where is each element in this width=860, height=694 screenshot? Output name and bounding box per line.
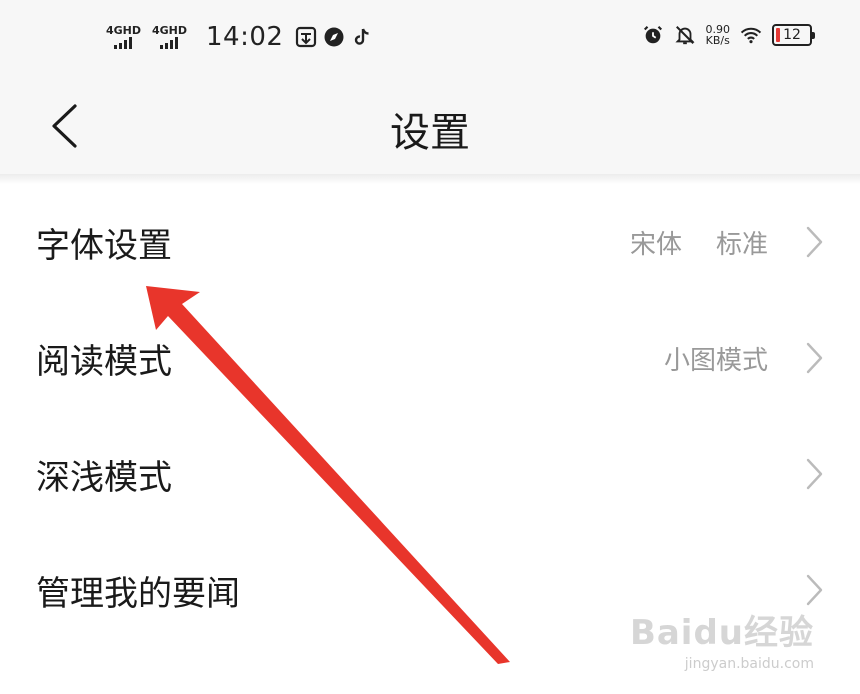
battery-level: 12: [783, 27, 801, 43]
chevron-right-icon: [804, 341, 824, 375]
status-bar: 4GHD 4GHD 14:02 0.90 KB/s 12: [0, 0, 860, 78]
font-family-value: 宋体: [629, 229, 682, 260]
settings-item-label: 管理我的要闻: [36, 573, 240, 614]
settings-item-right: [804, 457, 824, 491]
network-indicator-2: 4GHD: [152, 25, 192, 49]
wifi-icon: [740, 24, 762, 46]
chevron-right-icon: [804, 225, 824, 259]
app-notification-icon: [295, 26, 317, 48]
battery-indicator: 12: [772, 24, 815, 46]
page-title: 设置: [390, 110, 470, 156]
settings-item-right: 宋体 标准: [630, 224, 824, 261]
network-indicator-1: 4GHD: [106, 25, 146, 49]
header-divider: [0, 174, 860, 184]
status-right: 0.90 KB/s 12: [642, 24, 815, 46]
mute-bell-icon: [674, 24, 696, 46]
watermark-logo: Baidu经验: [629, 613, 814, 653]
settings-item-dark-mode[interactable]: 深浅模式: [0, 416, 860, 532]
status-left: 4GHD 4GHD 14:02: [106, 22, 373, 52]
settings-item-font[interactable]: 字体设置 宋体 标准: [0, 184, 860, 300]
settings-item-label: 字体设置: [36, 225, 172, 266]
reading-mode-value: 小图模式: [663, 345, 768, 376]
network-label-1: 4GHD: [106, 24, 142, 37]
chevron-right-icon: [804, 457, 824, 491]
network-label-2: 4GHD: [152, 24, 188, 37]
settings-item-label: 阅读模式: [36, 341, 172, 382]
signal-bars-icon: [114, 37, 132, 49]
settings-item-reading-mode[interactable]: 阅读模式 小图模式: [0, 300, 860, 416]
settings-list: 字体设置 宋体 标准 阅读模式 小图模式 深浅模式 管理我的要闻: [0, 184, 860, 648]
settings-item-values: 宋体 标准: [630, 224, 768, 261]
speed-unit: KB/s: [705, 34, 730, 47]
settings-item-right: [804, 573, 824, 607]
font-size-value: 标准: [715, 229, 768, 260]
settings-item-label: 深浅模式: [36, 457, 172, 498]
signal-bars-icon: [160, 37, 178, 49]
alarm-clock-icon: [642, 24, 664, 46]
watermark: Baidu经验 jingyan.baidu.com: [630, 605, 814, 672]
title-bar: 设置: [0, 78, 860, 174]
compass-app-icon: [323, 26, 345, 48]
settings-item-right: 小图模式: [664, 340, 824, 377]
chevron-right-icon: [804, 573, 824, 607]
network-speed: 0.90 KB/s: [706, 24, 731, 46]
status-time: 14:02: [206, 22, 284, 52]
tiktok-icon: [351, 26, 373, 48]
watermark-url: jingyan.baidu.com: [684, 656, 814, 672]
